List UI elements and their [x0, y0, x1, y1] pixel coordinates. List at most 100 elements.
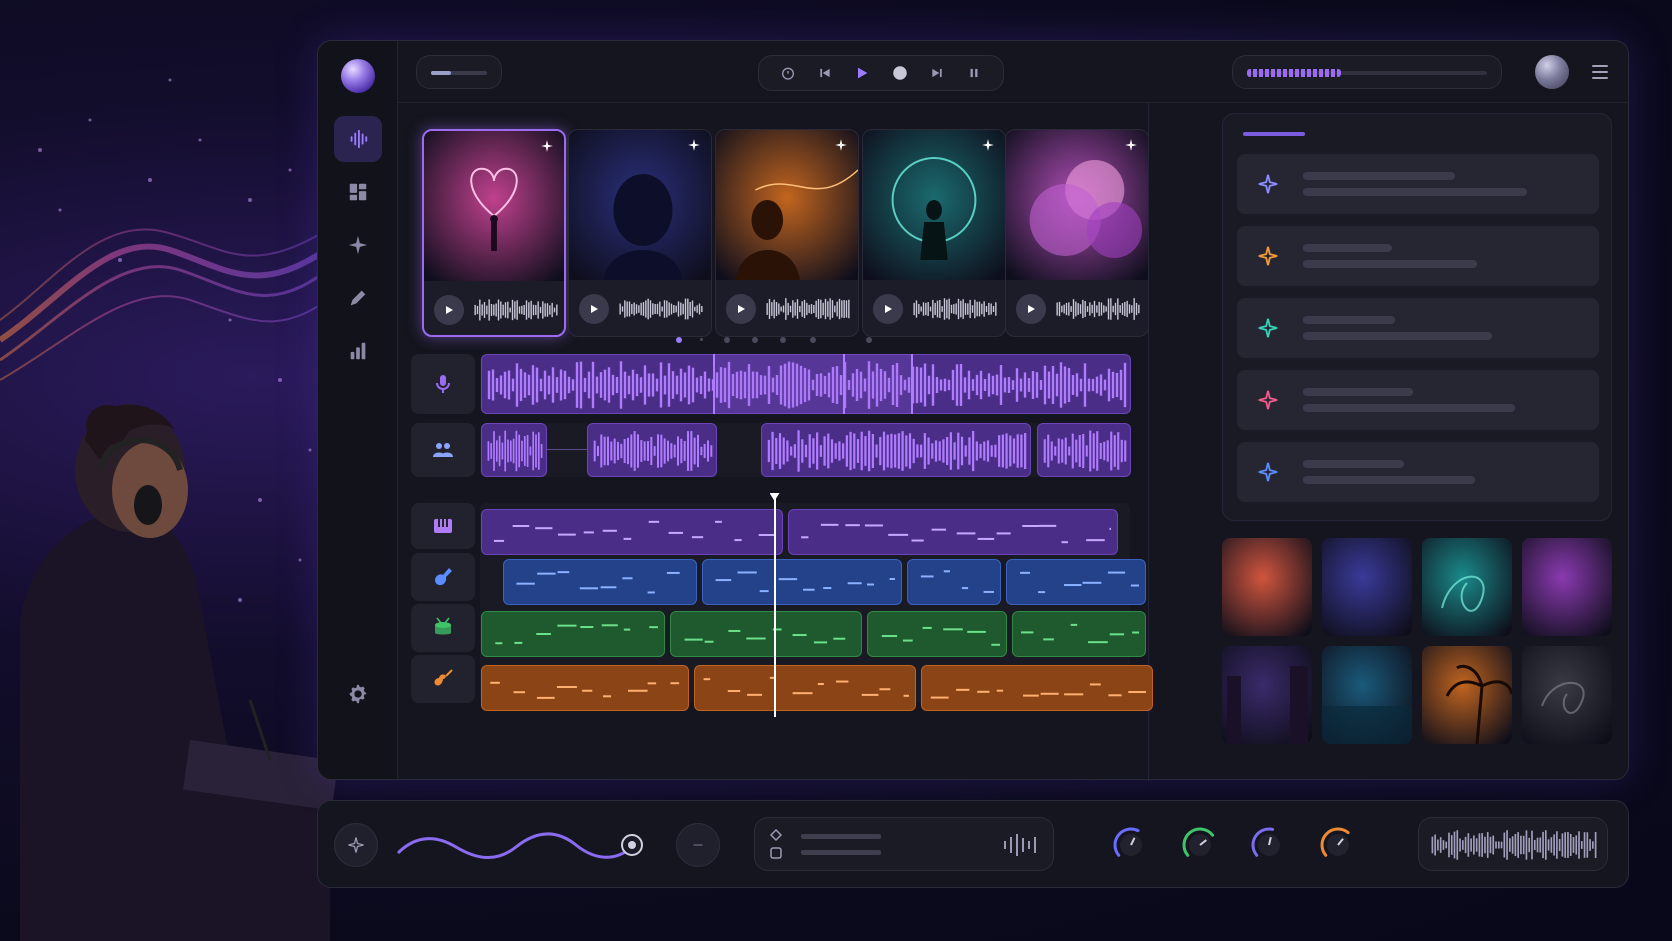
waveform-icon: [1004, 834, 1036, 856]
project-selector[interactable]: [416, 55, 502, 89]
track-card[interactable]: [422, 129, 566, 337]
skip-back-button[interactable]: [814, 62, 836, 84]
skip-back-icon: [820, 68, 830, 78]
lfo-curve[interactable]: [396, 825, 656, 865]
sparkle-icon: [1258, 174, 1278, 194]
card-play-button[interactable]: [1016, 294, 1046, 324]
cover-art: [1006, 130, 1148, 280]
thumbnail[interactable]: [1522, 538, 1612, 636]
audio-clip[interactable]: [761, 423, 1031, 477]
thumbnail[interactable]: [1422, 646, 1512, 744]
sparkle-icon[interactable]: [687, 138, 701, 152]
lane-header[interactable]: [411, 354, 475, 414]
microphone-icon: [436, 375, 450, 393]
sidebar-item-pencil[interactable]: [334, 275, 382, 321]
sample-browser[interactable]: [754, 817, 1054, 871]
pause-button[interactable]: [963, 62, 985, 84]
audio-clip[interactable]: [694, 665, 916, 711]
track-card[interactable]: [862, 129, 1006, 337]
skip-forward-icon: [932, 68, 942, 78]
suggestion-item[interactable]: [1237, 442, 1599, 502]
audio-clip[interactable]: [788, 509, 1118, 555]
suggestion-item[interactable]: [1237, 226, 1599, 286]
audio-clip[interactable]: [867, 611, 1007, 657]
clip-waveform: [1043, 430, 1127, 472]
audio-clip[interactable]: [907, 559, 1001, 605]
sidebar-item-settings[interactable]: [334, 671, 382, 717]
app-logo[interactable]: [341, 59, 375, 93]
pager-dot[interactable]: [780, 337, 786, 343]
card-play-button[interactable]: [579, 294, 609, 324]
track-card[interactable]: [1005, 129, 1149, 337]
rotary-knob[interactable]: [1111, 825, 1151, 865]
pager-dot[interactable]: [810, 337, 816, 343]
cover-art: [716, 130, 858, 280]
sparkle-icon[interactable]: [981, 138, 995, 152]
pager-dot[interactable]: [724, 337, 730, 343]
menu-button[interactable]: [1590, 63, 1610, 81]
pager-dot[interactable]: [752, 337, 758, 343]
selection-marker[interactable]: [843, 354, 845, 414]
card-play-button[interactable]: [873, 294, 903, 324]
thumbnail[interactable]: [1422, 538, 1512, 636]
pager-dot[interactable]: [866, 337, 872, 343]
mini-waveform: [1056, 298, 1140, 320]
audio-clip[interactable]: [481, 611, 665, 657]
audio-clip[interactable]: [1006, 559, 1146, 605]
midi-notes: [801, 523, 1111, 544]
play-icon: [1028, 305, 1035, 313]
thumbnail[interactable]: [1322, 646, 1412, 744]
selection-region[interactable]: [713, 354, 913, 414]
audio-clip[interactable]: [481, 509, 783, 555]
suggestion-item[interactable]: [1237, 298, 1599, 358]
record-button[interactable]: [889, 62, 911, 84]
lane-header[interactable]: [411, 604, 475, 652]
sidebar-item-sparkle[interactable]: [334, 222, 382, 268]
sparkle-icon: [1258, 462, 1278, 482]
sparkle-outline-icon: [348, 837, 364, 853]
play-button[interactable]: [851, 62, 873, 84]
minus-button[interactable]: [676, 823, 720, 867]
pager-dot[interactable]: [700, 338, 703, 341]
playhead[interactable]: [769, 493, 780, 717]
audio-clip[interactable]: [481, 665, 689, 711]
audio-clip[interactable]: [670, 611, 862, 657]
audio-clip[interactable]: [1037, 423, 1131, 477]
pager-dot[interactable]: [676, 337, 682, 343]
sparkle-icon[interactable]: [1124, 138, 1138, 152]
lane-header[interactable]: [411, 503, 475, 549]
lane-header[interactable]: [411, 423, 475, 477]
lane-header[interactable]: [411, 553, 475, 601]
project-progress[interactable]: [1232, 55, 1502, 89]
suggestion-item[interactable]: [1237, 370, 1599, 430]
audio-clip[interactable]: [503, 559, 697, 605]
rotary-knob[interactable]: [1249, 825, 1289, 865]
audio-clip[interactable]: [481, 423, 547, 477]
track-card[interactable]: [568, 129, 712, 337]
generate-button[interactable]: [334, 823, 378, 867]
track-card[interactable]: [715, 129, 859, 337]
thumbnail[interactable]: [1222, 538, 1312, 636]
card-play-button[interactable]: [434, 295, 464, 325]
suggestion-item[interactable]: [1237, 154, 1599, 214]
rotary-knob[interactable]: [1318, 825, 1358, 865]
thumbnail[interactable]: [1522, 646, 1612, 744]
audio-clip[interactable]: [702, 559, 902, 605]
sparkle-icon[interactable]: [540, 139, 554, 153]
timer-button[interactable]: [777, 62, 799, 84]
rotary-knob[interactable]: [1180, 825, 1220, 865]
sparkle-icon: [1258, 318, 1278, 338]
lane-header[interactable]: [411, 655, 475, 703]
card-play-button[interactable]: [726, 294, 756, 324]
sidebar-item-dashboard[interactable]: [334, 169, 382, 215]
audio-clip[interactable]: [1012, 611, 1146, 657]
sidebar-item-waveform[interactable]: [334, 116, 382, 162]
thumbnail[interactable]: [1322, 538, 1412, 636]
sidebar-item-analytics[interactable]: [334, 328, 382, 374]
audio-clip[interactable]: [587, 423, 717, 477]
thumbnail[interactable]: [1222, 646, 1312, 744]
sparkle-icon[interactable]: [834, 138, 848, 152]
skip-forward-button[interactable]: [926, 62, 948, 84]
user-avatar[interactable]: [1535, 55, 1569, 89]
audio-clip[interactable]: [921, 665, 1153, 711]
